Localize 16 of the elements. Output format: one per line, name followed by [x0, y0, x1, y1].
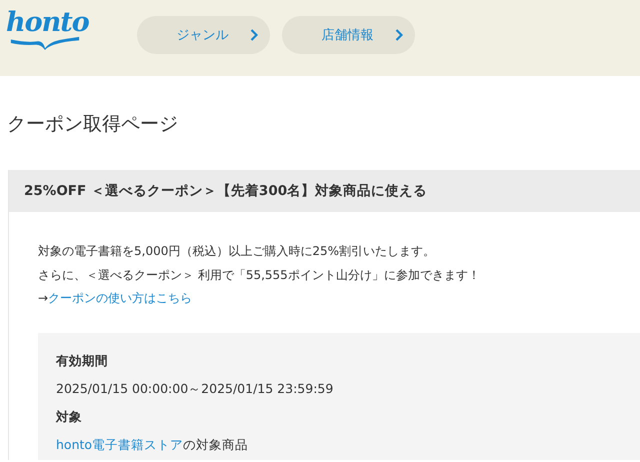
logo[interactable]: honto	[6, 8, 94, 50]
nav-button[interactable]: ジャンル	[137, 16, 270, 54]
description-text: 対象の電子書籍を5,000円（税込）以上ご購入時に25%割引いたします。	[38, 243, 436, 260]
description-text: さらに、＜選べるクーポン＞ 利用で「55,555ポイント山分け」に参加できます！	[38, 266, 481, 284]
arrow-text: →	[38, 291, 48, 305]
store-link[interactable]: honto電子書籍ストア	[56, 436, 184, 452]
nav-button[interactable]: 店舗情報	[282, 16, 415, 54]
detail-label: 対象	[56, 408, 83, 426]
chevron-icon	[395, 29, 403, 41]
coupon-title: 25%OFF ＜選べるクーポン＞【先着300名】対象商品に使える	[9, 170, 640, 212]
howto-link[interactable]: クーポンの使い方はこちら	[48, 291, 192, 305]
detail-value: の対象商品	[183, 436, 248, 452]
detail-value: 2025/01/15 00:00:00～2025/01/15 23:59:59	[56, 380, 334, 396]
chevron-icon	[250, 29, 258, 41]
detail-label: 有効期間	[56, 352, 109, 370]
page-title: クーポン取得ページ	[6, 112, 179, 132]
